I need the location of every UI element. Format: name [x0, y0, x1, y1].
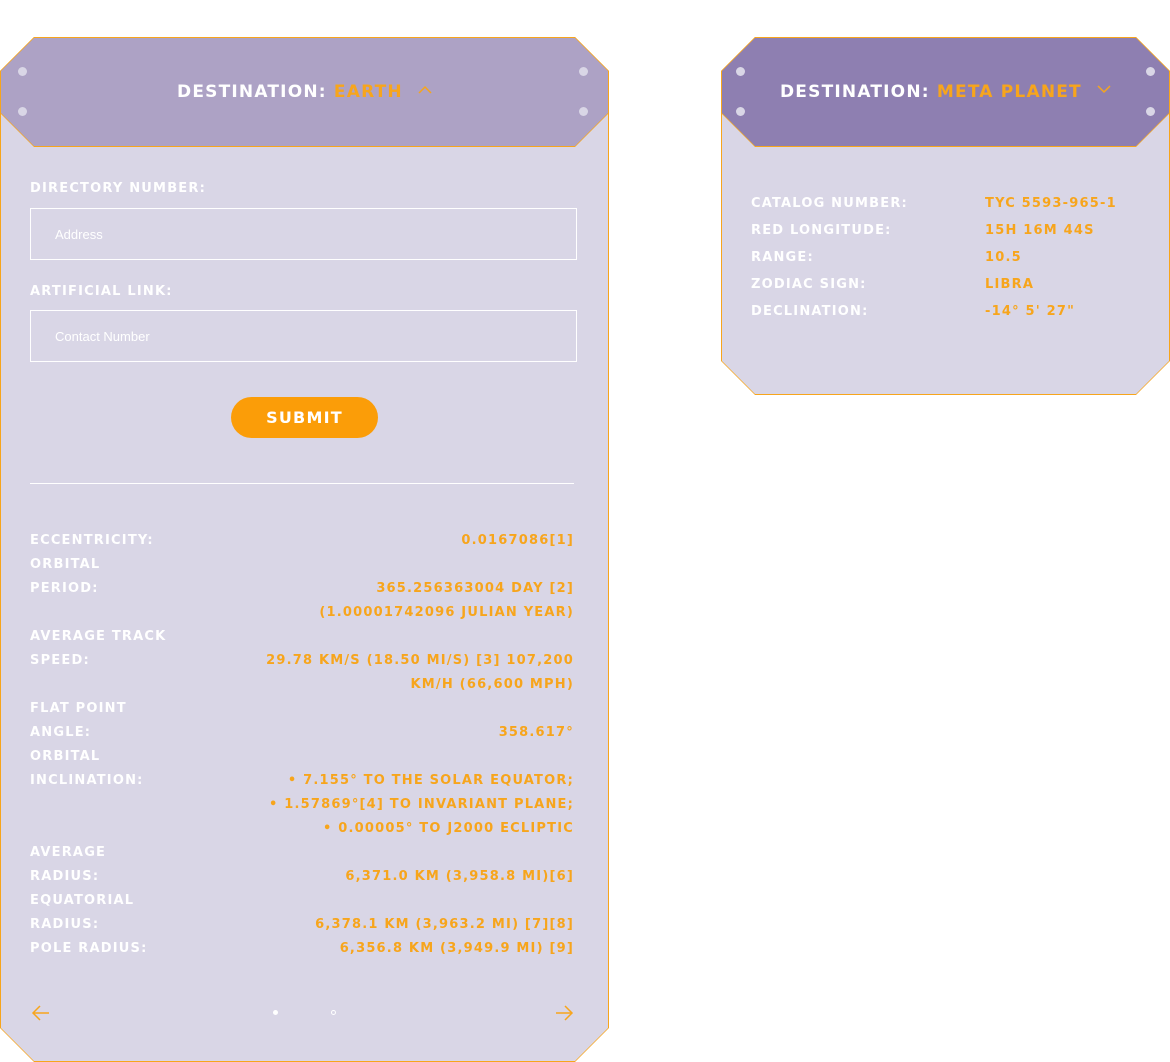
catalog-row: Red longitude: 15h 16m 44s — [751, 217, 1151, 244]
stat-row: Average Radius: 6,371.0 km (3,958.8 mi)[… — [30, 841, 574, 889]
stat-row: Orbital Inclination: • 7.155° to the sol… — [30, 745, 574, 841]
catalog-value: 10.5 — [985, 250, 1022, 265]
stat-label: Equatorial Radius: — [30, 893, 135, 932]
stat-label: Eccentricity: — [30, 533, 154, 548]
stat-row: Orbital Period: 365.256363004 day [2] (1… — [30, 553, 574, 625]
destination-label: Destination: — [780, 82, 930, 102]
catalog-label: Catalog Number: — [751, 196, 908, 211]
stat-row: Average Track Speed: 29.78 km/s (18.50 m… — [30, 625, 574, 697]
catalog-row: Zodiac sign: Libra — [751, 271, 1151, 298]
divider — [30, 483, 574, 484]
rivet-icon — [18, 67, 27, 76]
stat-label: Average Radius: — [30, 845, 107, 884]
stat-row: Flat Point Angle: 358.617° — [30, 697, 574, 745]
stat-row: Eccentricity: 0.0167086[1] — [30, 529, 574, 553]
catalog-value: Libra — [985, 277, 1035, 292]
stat-value-line: • 7.155° to the solar equator; — [287, 773, 574, 788]
destination-title[interactable]: Destination: Meta Planet — [721, 81, 1170, 103]
catalog-label: Red longitude: — [751, 223, 892, 238]
catalog-row: Range: 10.5 — [751, 244, 1151, 271]
catalog-row: Catalog Number: TYC 5593-965-1 — [751, 190, 1151, 217]
catalog-label: Range: — [751, 250, 814, 265]
catalog-label: Zodiac sign: — [751, 277, 867, 292]
stat-value: 0.0167086[1] — [461, 533, 574, 548]
rivet-icon — [579, 107, 588, 116]
rivet-icon — [1146, 107, 1155, 116]
card-header[interactable]: Destination: Meta Planet — [721, 37, 1170, 147]
stat-value-line: • 1.57869°[4] to invariant plane; — [268, 797, 574, 812]
stat-value: 29.78 km/s (18.50 mi/s) [3] 107,200 km/h… — [266, 653, 574, 692]
rivet-icon — [579, 67, 588, 76]
directory-number-label: Directory Number: — [30, 181, 206, 196]
chevron-up-icon[interactable] — [418, 78, 432, 100]
stat-label: Flat Point Angle: — [30, 701, 127, 740]
stat-row: Equatorial Radius: 6,378.1 km (3,963.2 m… — [30, 889, 574, 937]
arrow-right-icon[interactable] — [554, 1003, 574, 1023]
stat-value-line: • 0.00005° to J2000 ecliptic — [323, 821, 574, 836]
stat-label: Pole Radius: — [30, 941, 148, 956]
catalog-value: 15h 16m 44s — [985, 223, 1095, 238]
stat-label: Orbital Inclination: — [30, 749, 144, 788]
destination-title[interactable]: Destination: Earth — [0, 81, 609, 103]
rivet-icon — [18, 107, 27, 116]
destination-value: Earth — [333, 82, 403, 102]
card-header[interactable]: Destination: Earth — [0, 37, 609, 147]
rivet-icon — [736, 107, 745, 116]
stat-value: 6,371.0 km (3,958.8 mi)[6] — [345, 869, 574, 884]
submit-button[interactable]: Submit — [231, 397, 378, 438]
contact-number-input[interactable] — [30, 310, 577, 362]
catalog-info: Catalog Number: TYC 5593-965-1 Red longi… — [751, 190, 1151, 325]
stat-row: Pole Radius: 6,356.8 km (3,949.9 mi) [9] — [30, 937, 574, 961]
arrow-left-icon[interactable] — [31, 1003, 51, 1023]
chevron-down-icon[interactable] — [1097, 78, 1111, 100]
catalog-row: Declination: -14° 5' 27" — [751, 298, 1151, 325]
stat-value: 358.617° — [498, 725, 574, 740]
rivet-icon — [1146, 67, 1155, 76]
catalog-value: TYC 5593-965-1 — [985, 196, 1117, 211]
stat-value: 6,378.1 km (3,963.2 mi) [7][8] — [315, 917, 574, 932]
page-dot[interactable] — [331, 1010, 336, 1015]
stat-value: 365.256363004 day [2] (1.00001742096 Jul… — [319, 581, 574, 620]
stat-label: Average Track Speed: — [30, 629, 167, 668]
stat-value: • 7.155° to the solar equator; • 1.57869… — [160, 745, 574, 841]
rivet-icon — [736, 67, 745, 76]
destination-value: Meta Planet — [936, 82, 1082, 102]
artificial-link-label: Artificial Link: — [30, 284, 173, 299]
catalog-value: -14° 5' 27" — [985, 304, 1076, 319]
catalog-label: Declination: — [751, 304, 869, 319]
stat-label: Orbital Period: — [30, 557, 101, 596]
page-dot-active[interactable] — [273, 1010, 278, 1015]
destination-label: Destination: — [177, 82, 327, 102]
planet-stats: Eccentricity: 0.0167086[1] Orbital Perio… — [30, 529, 574, 961]
stat-value: 6,356.8 km (3,949.9 mi) [9] — [339, 941, 574, 956]
address-input[interactable] — [30, 208, 577, 260]
